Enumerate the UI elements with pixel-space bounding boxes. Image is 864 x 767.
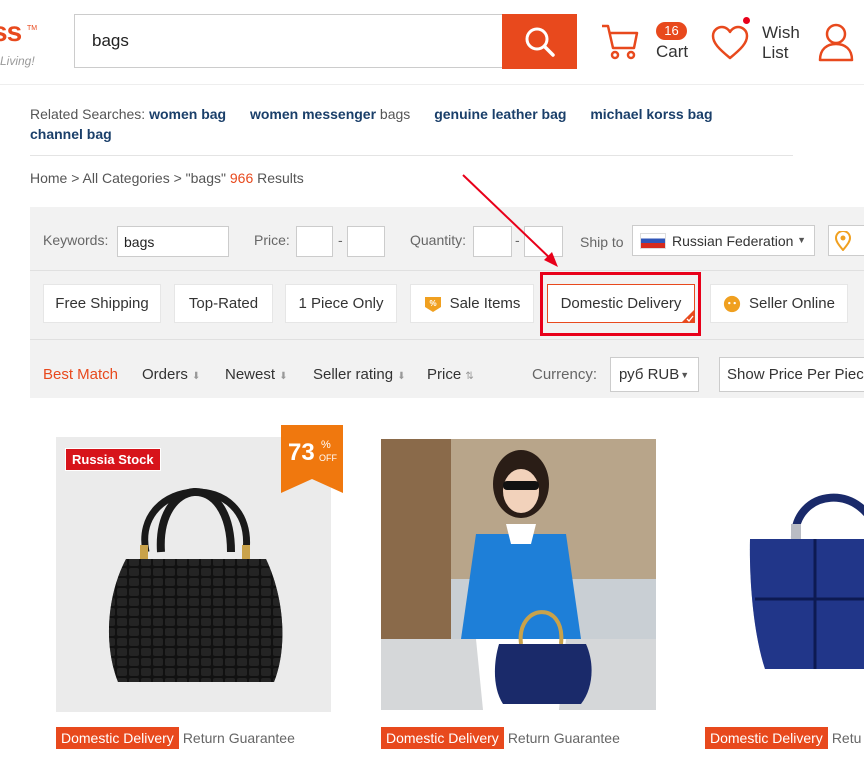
russia-stock-badge: Russia Stock xyxy=(65,448,161,471)
chevron-down-icon: ▼ xyxy=(680,369,690,380)
currency-select[interactable]: руб RUB ▼ xyxy=(610,357,699,392)
price-label: Price: xyxy=(254,232,290,248)
breadcrumb-all-categories[interactable]: All Categories xyxy=(83,170,170,186)
location-pin-icon xyxy=(834,231,852,251)
discount-value: 73 xyxy=(288,439,315,466)
svg-text:%: % xyxy=(429,299,436,308)
russia-flag-icon xyxy=(640,232,666,249)
arrow-down-icon: ⬇ xyxy=(279,371,288,382)
sale-items-filter[interactable]: % Sale Items xyxy=(410,284,534,323)
ship-to-value: Russian Federation xyxy=(672,232,794,249)
ship-to-select[interactable]: Russian Federation ▼ xyxy=(632,225,815,256)
related-searches: Related Searches: women bag women messen… xyxy=(30,104,790,144)
discount-badge: 73 % OFF xyxy=(281,425,343,493)
price-max-input[interactable] xyxy=(347,226,385,257)
cart-icon xyxy=(602,24,639,60)
top-rated-filter[interactable]: Top-Rated xyxy=(174,284,273,323)
sale-items-label: Sale Items xyxy=(449,295,521,312)
search-input[interactable] xyxy=(74,14,502,68)
chevron-down-icon: ▼ xyxy=(795,235,806,245)
sort-newest[interactable]: Newest ⬇ xyxy=(225,366,288,383)
domestic-delivery-tag: Domestic Delivery xyxy=(381,727,504,749)
logo-tagline: Living! xyxy=(0,54,35,68)
filter-divider xyxy=(30,339,864,340)
related-search-link[interactable]: michael korss bag xyxy=(590,106,712,122)
sort-updown-icon: ⇅ xyxy=(465,371,474,382)
currency-label: Currency: xyxy=(532,366,598,383)
sort-best-match[interactable]: Best Match xyxy=(43,366,118,383)
user-account-icon[interactable] xyxy=(818,22,854,62)
related-search-link[interactable]: women messenger bags xyxy=(250,106,410,122)
product-tags: Domestic Delivery Retu xyxy=(705,726,861,750)
breadcrumb-home[interactable]: Home xyxy=(30,170,67,186)
logo[interactable]: ss xyxy=(0,16,22,48)
keywords-label: Keywords: xyxy=(43,232,109,248)
wishlist-notification-dot xyxy=(743,17,750,24)
free-shipping-label: Free Shipping xyxy=(55,295,149,312)
related-divider xyxy=(30,155,793,156)
sort-orders[interactable]: Orders ⬇ xyxy=(142,366,200,383)
header-divider xyxy=(0,84,864,85)
related-searches-label: Related Searches: xyxy=(30,106,146,122)
return-guarantee-tag: Return Guarantee xyxy=(182,730,295,746)
free-shipping-filter[interactable]: Free Shipping xyxy=(43,284,161,323)
sort-newest-label: Newest xyxy=(225,366,276,383)
domestic-delivery-tag: Domestic Delivery xyxy=(56,727,179,749)
annotation-highlight-box xyxy=(540,272,701,336)
sort-seller-rating[interactable]: Seller rating ⬇ xyxy=(313,366,406,383)
woman-with-bag-image xyxy=(381,439,656,710)
logo-tm: TM xyxy=(27,25,38,32)
search-icon xyxy=(525,27,555,57)
breadcrumb: Home > All Categories > "bags" 966 Resul… xyxy=(30,170,304,186)
arrow-down-icon: ⬇ xyxy=(192,371,201,382)
one-piece-filter[interactable]: 1 Piece Only xyxy=(285,284,397,323)
discount-off: OFF xyxy=(319,453,337,463)
cart-count-badge: 16 xyxy=(656,22,687,40)
price-dash: - xyxy=(338,232,343,248)
sale-tag-icon: % xyxy=(424,296,441,312)
sort-price-label: Price xyxy=(427,366,462,383)
related-search-link[interactable]: genuine leather bag xyxy=(434,106,566,122)
sort-seller-rating-label: Seller rating xyxy=(313,366,394,383)
show-price-value: Show Price Per Piece xyxy=(727,366,864,383)
wishlist-label-line1[interactable]: Wish xyxy=(762,23,800,43)
result-count: 966 xyxy=(229,170,254,186)
top-rated-label: Top-Rated xyxy=(188,295,259,312)
product-image[interactable] xyxy=(705,439,864,710)
currency-value: руб RUB xyxy=(619,366,680,383)
location-button[interactable] xyxy=(828,225,864,256)
breadcrumb-query: "bags" xyxy=(185,170,226,186)
blue-handbag-image xyxy=(705,439,864,710)
filter-divider xyxy=(30,270,864,271)
keywords-input[interactable] xyxy=(117,226,229,257)
return-guarantee-tag: Retu xyxy=(831,730,862,746)
domestic-delivery-tag: Domestic Delivery xyxy=(705,727,828,749)
related-search-link[interactable]: women bag xyxy=(149,106,226,122)
product-tags: Domestic Delivery Return Guarantee xyxy=(56,726,295,750)
ship-to-label: Ship to xyxy=(580,234,624,250)
price-min-input[interactable] xyxy=(296,226,333,257)
seller-online-filter[interactable]: Seller Online xyxy=(710,284,848,323)
show-price-select[interactable]: Show Price Per Piece xyxy=(719,357,864,392)
wishlist-label-line2[interactable]: List xyxy=(762,43,788,63)
search-button[interactable] xyxy=(502,14,577,69)
results-label: Results xyxy=(257,170,304,186)
annotation-arrow xyxy=(462,174,558,267)
sort-price[interactable]: Price ⇅ xyxy=(427,366,474,383)
product-tags: Domestic Delivery Return Guarantee xyxy=(381,726,620,750)
product-image[interactable] xyxy=(381,439,656,710)
seller-online-label: Seller Online xyxy=(749,295,835,312)
one-piece-label: 1 Piece Only xyxy=(298,295,384,312)
related-search-link[interactable]: channel bag xyxy=(30,126,112,142)
heart-icon xyxy=(711,25,749,60)
arrow-down-icon: ⬇ xyxy=(397,371,406,382)
return-guarantee-tag: Return Guarantee xyxy=(507,730,620,746)
sort-orders-label: Orders xyxy=(142,366,188,383)
discount-pct: % xyxy=(321,439,331,451)
seller-online-icon xyxy=(723,295,741,312)
cart-label[interactable]: Cart xyxy=(656,42,688,62)
